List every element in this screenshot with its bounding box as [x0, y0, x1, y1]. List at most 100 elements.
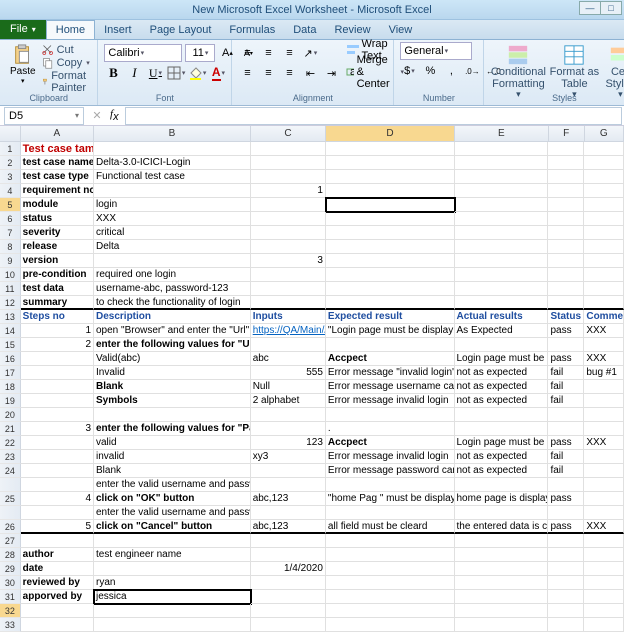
cell[interactable]: abc,123	[251, 520, 326, 534]
cell[interactable]	[326, 226, 455, 240]
row-header[interactable]: 10	[0, 268, 21, 282]
cell[interactable]	[21, 352, 94, 366]
increase-decimal-button[interactable]: .0→	[463, 62, 481, 80]
cell[interactable]	[584, 338, 624, 352]
cell[interactable]: requirement no	[21, 184, 94, 198]
row-header[interactable]: 3	[0, 170, 21, 184]
cell[interactable]	[251, 296, 326, 310]
paste-button[interactable]: Paste ▾	[6, 42, 40, 87]
col-header[interactable]: F	[549, 126, 585, 141]
cell[interactable]: abc,123	[251, 492, 326, 506]
cell[interactable]: 1	[21, 324, 94, 338]
row-header[interactable]: 12	[0, 296, 21, 310]
format-painter-button[interactable]: Format Painter	[42, 70, 92, 94]
cell[interactable]	[326, 534, 455, 548]
cell[interactable]: fail	[548, 394, 584, 408]
cell[interactable]	[548, 254, 584, 268]
cell[interactable]	[94, 562, 251, 576]
cell[interactable]: not as expected	[455, 394, 549, 408]
row-header[interactable]: 7	[0, 226, 21, 240]
cell[interactable]	[251, 338, 326, 352]
cell[interactable]	[455, 170, 549, 184]
cell[interactable]: pass	[548, 520, 584, 534]
align-middle-button[interactable]: ≡	[259, 44, 277, 62]
cell[interactable]	[548, 534, 584, 548]
cell[interactable]	[584, 394, 624, 408]
cell[interactable]	[21, 394, 94, 408]
cell[interactable]	[326, 198, 455, 212]
row-header[interactable]: 9	[0, 254, 21, 268]
cell[interactable]: bug #1	[584, 366, 624, 380]
copy-button[interactable]: Copy	[42, 57, 92, 69]
cell[interactable]	[455, 254, 549, 268]
cell[interactable]	[548, 548, 584, 562]
row-header[interactable]: 24	[0, 464, 21, 478]
cell[interactable]	[584, 562, 624, 576]
cell[interactable]: pre-condition	[21, 268, 94, 282]
row-header[interactable]: 13	[0, 310, 21, 324]
cell[interactable]	[455, 142, 549, 156]
cell[interactable]: fail	[548, 366, 584, 380]
cell[interactable]: Blank	[94, 464, 251, 478]
cell[interactable]	[455, 548, 549, 562]
cell[interactable]: test engineer name	[94, 548, 251, 562]
cell[interactable]: date	[21, 562, 94, 576]
tab-home[interactable]: Home	[46, 20, 95, 39]
cell[interactable]	[21, 366, 94, 380]
cell[interactable]	[548, 618, 584, 632]
cell[interactable]: "home Pag " must be displayed	[326, 492, 455, 506]
cell[interactable]	[326, 506, 455, 520]
cell-styles-button[interactable]: Cell Styles▾	[602, 42, 624, 100]
cell[interactable]: username-abc, password-123	[94, 282, 251, 296]
row-header[interactable]: 23	[0, 450, 21, 464]
cell[interactable]	[251, 170, 326, 184]
cell[interactable]: Error message invalid login	[326, 450, 455, 464]
cell[interactable]	[326, 576, 455, 590]
cell[interactable]: required one login	[94, 268, 251, 282]
row-header[interactable]	[0, 506, 21, 520]
cell[interactable]: status	[21, 212, 94, 226]
cell[interactable]	[455, 604, 549, 618]
cell[interactable]: 4	[21, 492, 94, 506]
cell[interactable]: author	[21, 548, 94, 562]
cell[interactable]: jessica	[94, 590, 251, 604]
currency-button[interactable]: $	[400, 62, 418, 80]
cell[interactable]	[326, 212, 455, 226]
cell[interactable]: Blank	[94, 380, 251, 394]
cell[interactable]	[326, 170, 455, 184]
cell[interactable]	[251, 268, 326, 282]
cell[interactable]	[455, 156, 549, 170]
col-header[interactable]: E	[455, 126, 549, 141]
col-header[interactable]: A	[21, 126, 94, 141]
cell[interactable]	[94, 408, 251, 422]
cell[interactable]	[21, 450, 94, 464]
cell[interactable]	[584, 422, 624, 436]
cell[interactable]	[548, 590, 584, 604]
number-format-select[interactable]: General	[400, 42, 472, 60]
cell[interactable]	[548, 408, 584, 422]
cell[interactable]: Login page must be displayed	[455, 436, 549, 450]
cell[interactable]	[251, 548, 326, 562]
row-header[interactable]	[0, 478, 21, 492]
cell[interactable]	[584, 408, 624, 422]
cell[interactable]	[21, 534, 94, 548]
cell[interactable]	[584, 184, 624, 198]
row-header[interactable]: 21	[0, 422, 21, 436]
font-color-button[interactable]: A	[209, 64, 227, 82]
cell[interactable]	[548, 506, 584, 520]
cell[interactable]	[455, 576, 549, 590]
cell[interactable]	[455, 422, 549, 436]
cell[interactable]: summary	[21, 296, 94, 310]
fx-icon[interactable]: fx	[106, 108, 123, 123]
cell[interactable]	[584, 240, 624, 254]
cell[interactable]: module	[21, 198, 94, 212]
cell[interactable]: Error message username cannot be	[326, 380, 455, 394]
cell[interactable]: fail	[548, 450, 584, 464]
cell[interactable]	[251, 604, 326, 618]
cell[interactable]: test data	[21, 282, 94, 296]
cell[interactable]	[21, 506, 94, 520]
cell[interactable]	[455, 268, 549, 282]
percent-button[interactable]: %	[421, 62, 439, 80]
cell[interactable]: 3	[251, 254, 326, 268]
cell[interactable]	[326, 184, 455, 198]
